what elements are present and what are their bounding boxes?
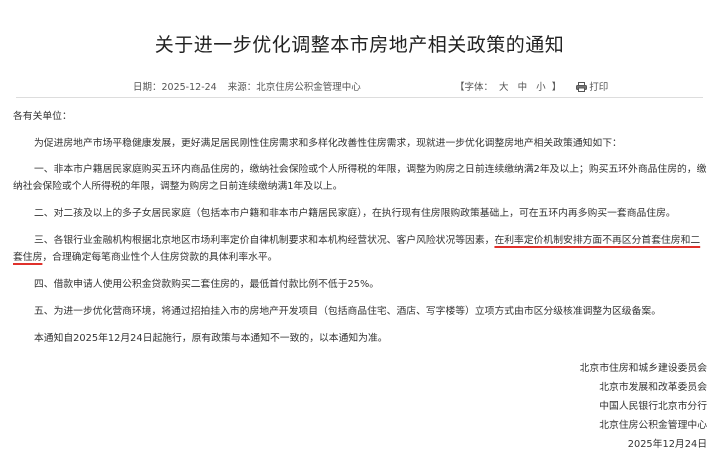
- policy-item-1: 一、非本市户籍居民家庭购买五环内商品住房的，缴纳社会保险或个人所得税的年限，调整…: [13, 164, 707, 192]
- greeting: 各有关单位：: [13, 111, 72, 122]
- font-size-large-button[interactable]: 大: [499, 82, 509, 93]
- sign-date: 2025年12月24日: [627, 439, 707, 450]
- font-size-label: 【字体：: [455, 82, 494, 93]
- policy-item-2: 二、对二孩及以上的多子女居民家庭（包括本市户籍和非本市户籍居民家庭），在执行现有…: [34, 208, 676, 219]
- meta-tools: 【字体： 大 中 小 】 打印: [455, 79, 608, 93]
- intro-paragraph: 为促进房地产市场平稳健康发展，更好满足居民刚性住房需求和多样化改善性住房需求，现…: [34, 138, 622, 149]
- signer-2: 北京市发展和改革委员会: [599, 382, 707, 393]
- notice-title: 关于进一步优化调整本市房地产相关政策的通知: [154, 34, 565, 56]
- signatory-block: 北京市住房和城乡建设委员会 北京市发展和改革委员会 中国人民银行北京市分行 北京…: [580, 359, 707, 454]
- policy-item-4: 四、借款申请人使用公积金贷款购买二套住房的，最低首付款比例不低于25%。: [34, 279, 380, 290]
- font-size-bracket: 】: [551, 82, 562, 93]
- policy-item-3: 三、各银行业金融机构根据北京地区市场利率定价自律机制要求和本机构经营状况、客户风…: [13, 232, 707, 266]
- signer-1: 北京市住房和城乡建设委员会: [579, 363, 707, 374]
- font-size-medium-button[interactable]: 中: [518, 82, 528, 93]
- notice-body: 各有关单位： 为促进房地产市场平稳健康发展，更好满足居民刚性住房需求和多样化改善…: [13, 108, 707, 357]
- policy-item-3-post: ，合理确定每笔商业性个人住房贷款的具体利率水平。: [42, 252, 278, 263]
- meta-left: 日期：2025-12-24 来源：北京住房公积金管理中心: [133, 79, 369, 93]
- publish-date: 日期：2025-12-24: [133, 82, 217, 93]
- policy-item-3-pre: 三、各银行业金融机构根据北京地区市场利率定价自律机制要求和本机构经营状况、客户风…: [34, 235, 495, 246]
- publish-source: 来源：北京住房公积金管理中心: [227, 82, 361, 93]
- signer-3: 中国人民银行北京市分行: [599, 401, 707, 412]
- print-button[interactable]: 打印: [576, 82, 608, 93]
- signer-4: 北京住房公积金管理中心: [599, 420, 707, 431]
- print-label: 打印: [589, 82, 609, 93]
- font-size-small-button[interactable]: 小: [536, 82, 546, 93]
- policy-item-5: 五、为进一步优化营商环境，将通过招拍挂入市的房地产开发项目（包括商品住宅、酒店、…: [34, 306, 661, 317]
- closing-paragraph: 本通知自2025年12月24日起施行，原有政策与本通知不一致的，以本通知为准。: [34, 333, 388, 344]
- article-meta: 日期：2025-12-24 来源：北京住房公积金管理中心 【字体： 大 中 小 …: [0, 79, 719, 95]
- title-divider: [16, 97, 703, 98]
- printer-icon: [576, 82, 588, 92]
